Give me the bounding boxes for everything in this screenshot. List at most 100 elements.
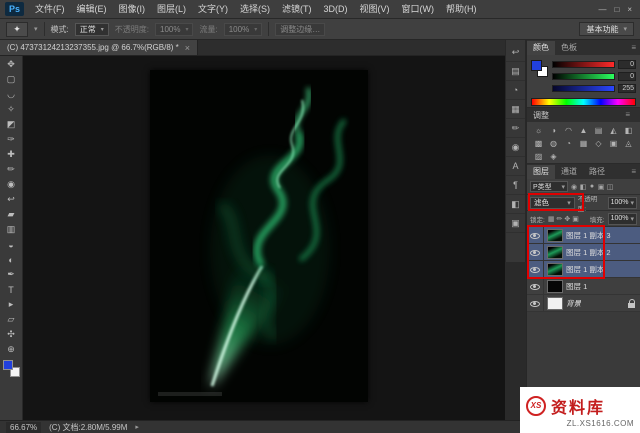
brush-tool[interactable]: ✏: [1, 162, 22, 177]
adjustment-icon[interactable]: ▨: [531, 150, 546, 163]
adjustment-icon[interactable]: ▩: [531, 137, 546, 150]
blue-slider[interactable]: [552, 85, 615, 92]
paragraph-panel-icon[interactable]: ¶: [506, 176, 525, 195]
minimize-button[interactable]: —: [598, 5, 606, 14]
visibility-eye-icon[interactable]: [530, 247, 540, 257]
layer-opacity-select[interactable]: 100% ▾: [608, 197, 637, 209]
clone-stamp-tool[interactable]: ◉: [1, 177, 22, 192]
layer-thumbnail[interactable]: [547, 263, 563, 276]
document-tab[interactable]: (C) 47373124213237355.jpg @ 66.7%(RGB/8)…: [0, 40, 198, 55]
menu-item[interactable]: 视图(V): [354, 0, 396, 19]
menu-item[interactable]: 图像(I): [113, 0, 152, 19]
menu-item[interactable]: 帮助(H): [440, 0, 483, 19]
adjustment-icon[interactable]: ▤: [591, 124, 606, 137]
adjustment-icon[interactable]: ▦: [576, 137, 591, 150]
color-spectrum-bar[interactable]: [531, 98, 636, 106]
adjustment-icon[interactable]: ◔: [561, 137, 576, 150]
menu-item[interactable]: 3D(D): [318, 0, 354, 19]
visibility-eye-icon[interactable]: [530, 264, 540, 274]
close-tab-icon[interactable]: ×: [185, 43, 190, 53]
navigator-panel-icon[interactable]: ▦: [506, 100, 525, 119]
visibility-eye-icon[interactable]: [530, 281, 540, 291]
properties-panel-icon[interactable]: ▤: [506, 62, 525, 81]
adjustment-icon[interactable]: ◍: [546, 137, 561, 150]
layer-thumbnail[interactable]: [547, 246, 563, 259]
layer-row[interactable]: 背景: [527, 295, 640, 312]
tab-color[interactable]: 颜色: [527, 41, 555, 55]
red-slider[interactable]: [552, 61, 615, 68]
filter-type-icon[interactable]: ◉: [570, 183, 578, 191]
menu-item[interactable]: 窗口(W): [396, 0, 441, 19]
eyedropper-tool[interactable]: ✑: [1, 132, 22, 147]
layer-row[interactable]: 图层 1: [527, 278, 640, 295]
blur-tool[interactable]: ◒: [1, 237, 22, 252]
red-value[interactable]: 0: [618, 60, 636, 69]
tab-channels[interactable]: 通道: [555, 165, 583, 179]
menu-item[interactable]: 编辑(E): [71, 0, 113, 19]
layer-thumbnail[interactable]: [547, 297, 563, 310]
adjustment-icon[interactable]: ▲: [576, 124, 591, 137]
mode-select[interactable]: 正常 ▾: [75, 23, 109, 36]
history-panel-icon[interactable]: ↩: [506, 43, 525, 62]
tab-swatches[interactable]: 色板: [555, 41, 583, 55]
hand-tool[interactable]: ✣: [1, 327, 22, 342]
layer-thumbnail[interactable]: [547, 229, 563, 242]
fill-select[interactable]: 100% ▾: [608, 213, 637, 225]
dodge-tool[interactable]: ◐: [1, 252, 22, 267]
crop-tool[interactable]: ◩: [1, 117, 22, 132]
layer-row[interactable]: 图层 1 副本 3: [527, 227, 640, 244]
adjustment-icon[interactable]: ▣: [606, 137, 621, 150]
adjustment-icon[interactable]: ◧: [621, 124, 636, 137]
adjustment-icon[interactable]: ◇: [591, 137, 606, 150]
brush-panel-icon[interactable]: ✏: [506, 119, 525, 138]
styles-panel-icon[interactable]: ◧: [506, 195, 525, 214]
maximize-button[interactable]: □: [614, 5, 619, 14]
panel-menu-icon[interactable]: ≡: [631, 165, 640, 179]
adjustment-icon[interactable]: ◭: [606, 124, 621, 137]
filter-type-icon[interactable]: ▣: [597, 183, 605, 191]
lock-option-icon[interactable]: ▦: [548, 215, 555, 223]
shape-tool[interactable]: ▱: [1, 312, 22, 327]
visibility-eye-icon[interactable]: [530, 230, 540, 240]
green-slider[interactable]: [552, 73, 615, 80]
close-button[interactable]: ×: [627, 5, 632, 14]
tool-preset-caret-icon[interactable]: ▾: [34, 25, 38, 33]
filter-type-icon[interactable]: ◫: [606, 183, 614, 191]
adjustment-icon[interactable]: ◈: [546, 150, 561, 163]
layer-thumbnail[interactable]: [547, 280, 563, 293]
lock-option-icon[interactable]: ✥: [564, 215, 570, 223]
blend-mode-select[interactable]: 滤色 ▾: [530, 197, 575, 209]
timeline-panel-icon[interactable]: ▣: [506, 214, 525, 233]
zoom-tool[interactable]: ⊕: [1, 342, 22, 357]
quick-selection-tool[interactable]: ✧: [1, 102, 22, 117]
layer-filter-select[interactable]: P类型 ▾: [530, 181, 568, 192]
foreground-color-swatch[interactable]: [531, 60, 542, 71]
adjustment-icon[interactable]: ☼: [531, 124, 546, 137]
menu-item[interactable]: 滤镜(T): [276, 0, 318, 19]
character-panel-icon[interactable]: A: [506, 157, 525, 176]
lasso-tool[interactable]: ◡: [1, 87, 22, 102]
path-selection-tool[interactable]: ▸: [1, 297, 22, 312]
move-tool[interactable]: ✥: [1, 57, 22, 72]
history-brush-tool[interactable]: ↩: [1, 192, 22, 207]
panel-menu-icon[interactable]: ≡: [631, 41, 640, 55]
menu-item[interactable]: 图层(L): [151, 0, 192, 19]
menu-item[interactable]: 文字(Y): [192, 0, 234, 19]
workspace-switcher[interactable]: 基本功能 ▾: [579, 22, 634, 36]
lock-option-icon[interactable]: ▣: [572, 215, 579, 223]
tab-paths[interactable]: 路径: [583, 165, 611, 179]
pen-tool[interactable]: ✒: [1, 267, 22, 282]
canvas-area[interactable]: [23, 56, 505, 420]
tool-preset-icon[interactable]: ✦: [6, 22, 28, 37]
menu-item[interactable]: 文件(F): [29, 0, 71, 19]
healing-brush-tool[interactable]: ✚: [1, 147, 22, 162]
layer-row[interactable]: 图层 1 副本: [527, 261, 640, 278]
blue-value[interactable]: 255: [618, 84, 636, 93]
type-tool[interactable]: T: [1, 282, 22, 297]
layer-row[interactable]: 图层 1 副本 2: [527, 244, 640, 261]
adjustment-icon[interactable]: ◑: [546, 124, 561, 137]
tab-layers[interactable]: 图层: [527, 165, 555, 179]
green-value[interactable]: 0: [618, 72, 636, 81]
filter-type-icon[interactable]: ◧: [579, 183, 587, 191]
marquee-tool[interactable]: ▢: [1, 72, 22, 87]
